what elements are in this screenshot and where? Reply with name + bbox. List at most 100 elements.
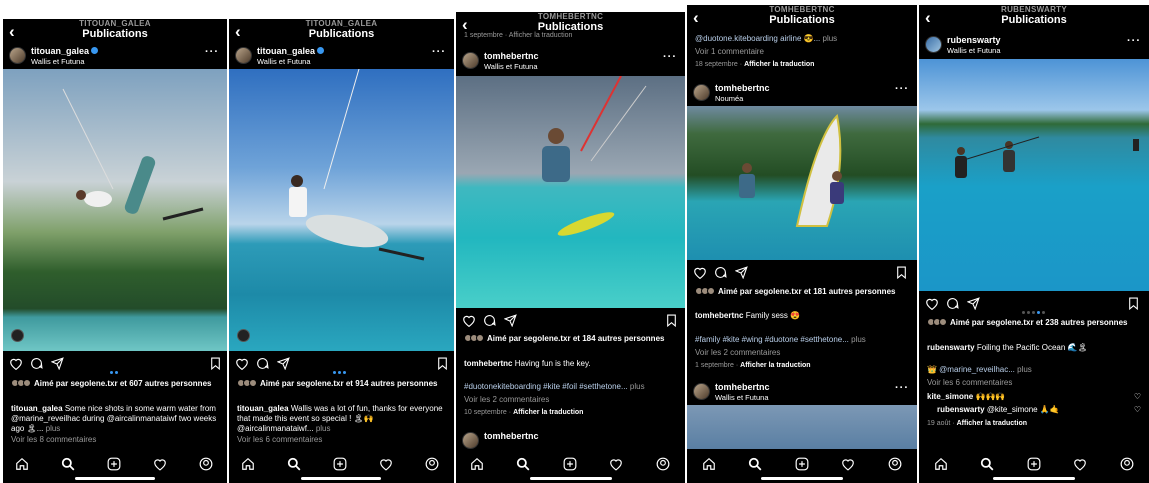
share-icon[interactable] bbox=[504, 314, 517, 327]
profile-icon[interactable] bbox=[425, 457, 439, 471]
search-icon[interactable] bbox=[516, 457, 530, 471]
more-options-icon[interactable]: ··· bbox=[895, 382, 909, 394]
post-location[interactable]: Wallis et Futuna bbox=[257, 57, 311, 66]
tagged-people-icon[interactable] bbox=[237, 329, 250, 342]
view-comments-link[interactable]: Voir les 6 commentaires bbox=[237, 435, 446, 445]
new-post-icon[interactable] bbox=[795, 457, 809, 471]
more-link[interactable]: plus bbox=[630, 382, 645, 391]
post-location[interactable]: Wallis et Futuna bbox=[947, 46, 1001, 55]
avatar[interactable] bbox=[693, 383, 710, 400]
save-icon[interactable] bbox=[210, 357, 221, 370]
avatar[interactable] bbox=[925, 36, 942, 53]
next-post-photo[interactable] bbox=[687, 405, 917, 449]
comment-icon[interactable] bbox=[30, 357, 43, 370]
avatar[interactable] bbox=[462, 432, 479, 449]
activity-icon[interactable] bbox=[841, 457, 855, 471]
profile-icon[interactable] bbox=[656, 457, 670, 471]
tagged-people-icon[interactable] bbox=[11, 329, 24, 342]
comment-icon[interactable] bbox=[256, 357, 269, 370]
post-username[interactable]: tomhebertnc bbox=[715, 83, 770, 93]
comment-icon[interactable] bbox=[946, 297, 959, 310]
translate-link[interactable]: Afficher la traduction bbox=[740, 362, 810, 369]
avatar[interactable] bbox=[9, 47, 26, 64]
home-icon[interactable] bbox=[15, 457, 29, 471]
share-icon[interactable] bbox=[967, 297, 980, 310]
search-icon[interactable] bbox=[61, 457, 75, 471]
post-photo[interactable] bbox=[919, 59, 1149, 291]
post-username[interactable]: titouan_galea bbox=[257, 46, 325, 56]
save-icon[interactable] bbox=[896, 266, 907, 279]
more-link[interactable]: plus bbox=[1017, 365, 1032, 374]
comment-like-icon[interactable]: ♡ bbox=[1134, 405, 1141, 415]
like-icon[interactable] bbox=[9, 357, 23, 370]
home-icon[interactable] bbox=[934, 457, 948, 471]
more-link[interactable]: plus bbox=[316, 424, 331, 433]
share-icon[interactable] bbox=[51, 357, 64, 370]
view-comments-link[interactable]: Voir les 2 commentaires bbox=[695, 348, 909, 358]
comment-icon[interactable] bbox=[714, 266, 727, 279]
comment-icon[interactable] bbox=[483, 314, 496, 327]
post-location[interactable]: Wallis et Futuna bbox=[715, 393, 769, 402]
likes-summary[interactable]: Aimé par segolene.txr et 607 autres pers… bbox=[11, 379, 219, 389]
more-link[interactable]: plus bbox=[851, 335, 866, 344]
search-icon[interactable] bbox=[287, 457, 301, 471]
view-comments-link[interactable]: Voir les 6 commentaires bbox=[927, 378, 1141, 388]
home-icon[interactable] bbox=[241, 457, 255, 471]
profile-icon[interactable] bbox=[199, 457, 213, 471]
post-location[interactable]: Nouméa bbox=[715, 94, 743, 103]
post-username[interactable]: titouan_galea bbox=[31, 46, 99, 56]
post-photo[interactable] bbox=[3, 69, 227, 351]
post-photo[interactable] bbox=[456, 76, 685, 308]
post-photo[interactable] bbox=[229, 69, 454, 351]
post-username[interactable]: tomhebertnc bbox=[484, 51, 539, 61]
search-icon[interactable] bbox=[748, 457, 762, 471]
save-icon[interactable] bbox=[437, 357, 448, 370]
post-location[interactable]: Wallis et Futuna bbox=[484, 62, 538, 71]
post-username[interactable]: rubenswarty bbox=[947, 35, 1001, 45]
new-post-icon[interactable] bbox=[107, 457, 121, 471]
activity-icon[interactable] bbox=[609, 457, 623, 471]
activity-icon[interactable] bbox=[379, 457, 393, 471]
likes-summary[interactable]: Aimé par segolene.txr et 184 autres pers… bbox=[464, 334, 677, 344]
post-location[interactable]: Wallis et Futuna bbox=[31, 57, 85, 66]
share-icon[interactable] bbox=[277, 357, 290, 370]
avatar[interactable] bbox=[235, 47, 252, 64]
like-icon[interactable] bbox=[235, 357, 249, 370]
post-photo[interactable] bbox=[687, 106, 917, 260]
profile-icon[interactable] bbox=[888, 457, 902, 471]
save-icon[interactable] bbox=[1128, 297, 1139, 310]
post-username[interactable]: tomhebertnc bbox=[715, 382, 770, 392]
more-options-icon[interactable]: ··· bbox=[1127, 35, 1141, 47]
likes-summary[interactable]: Aimé par segolene.txr et 238 autres pers… bbox=[927, 318, 1141, 328]
like-icon[interactable] bbox=[925, 297, 939, 310]
more-options-icon[interactable]: ··· bbox=[663, 51, 677, 63]
view-comments-link[interactable]: Voir les 2 commentaires bbox=[464, 395, 677, 405]
save-icon[interactable] bbox=[666, 314, 677, 327]
home-icon[interactable] bbox=[470, 457, 484, 471]
comment-like-icon[interactable]: ♡ bbox=[1134, 392, 1141, 402]
back-arrow-icon[interactable]: ‹ bbox=[9, 22, 15, 42]
search-icon[interactable] bbox=[980, 457, 994, 471]
likes-summary[interactable]: Aimé par segolene.txr et 914 autres pers… bbox=[237, 379, 446, 389]
translate-link[interactable]: Afficher la traduction bbox=[957, 420, 1027, 427]
translate-link[interactable]: Afficher la traduction bbox=[513, 409, 583, 416]
avatar[interactable] bbox=[462, 52, 479, 69]
more-options-icon[interactable]: ··· bbox=[432, 46, 446, 58]
more-options-icon[interactable]: ··· bbox=[205, 46, 219, 58]
back-arrow-icon[interactable]: ‹ bbox=[693, 8, 699, 28]
previous-view-comments[interactable]: Voir 1 commentaire bbox=[695, 47, 909, 57]
new-post-icon[interactable] bbox=[563, 457, 577, 471]
likes-summary[interactable]: Aimé par segolene.txr et 181 autres pers… bbox=[695, 287, 909, 297]
new-post-icon[interactable] bbox=[333, 457, 347, 471]
more-options-icon[interactable]: ··· bbox=[895, 83, 909, 95]
activity-icon[interactable] bbox=[1073, 457, 1087, 471]
like-icon[interactable] bbox=[462, 314, 476, 327]
share-icon[interactable] bbox=[735, 266, 748, 279]
back-arrow-icon[interactable]: ‹ bbox=[925, 8, 931, 28]
new-post-icon[interactable] bbox=[1027, 457, 1041, 471]
avatar[interactable] bbox=[693, 84, 710, 101]
activity-icon[interactable] bbox=[153, 457, 167, 471]
home-icon[interactable] bbox=[702, 457, 716, 471]
back-arrow-icon[interactable]: ‹ bbox=[235, 22, 241, 42]
post-username[interactable]: tomhebertnc bbox=[484, 431, 539, 441]
